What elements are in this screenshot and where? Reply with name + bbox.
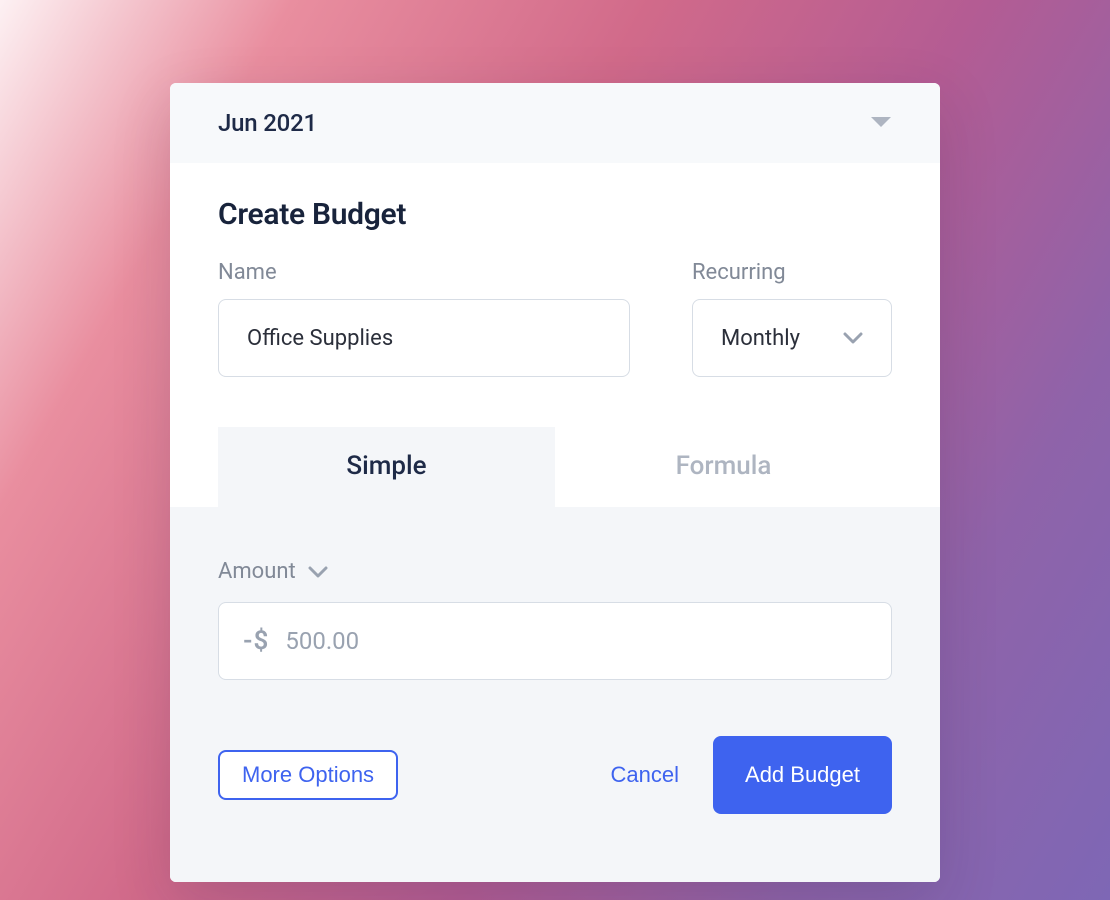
month-value: Jun 2021 [218, 109, 317, 137]
cancel-button[interactable]: Cancel [601, 750, 689, 800]
name-input[interactable] [247, 326, 601, 351]
action-row: More Options Cancel Add Budget [218, 736, 892, 814]
recurring-label: Recurring [692, 260, 892, 285]
page-title: Create Budget [218, 197, 892, 232]
add-budget-button[interactable]: Add Budget [713, 736, 892, 814]
amount-currency-prefix: -$ [243, 626, 269, 656]
field-row: Name Recurring Monthly [218, 260, 892, 377]
field-name: Name [218, 260, 630, 377]
recurring-select[interactable]: Monthly [692, 299, 892, 377]
tab-simple[interactable]: Simple [218, 427, 555, 507]
field-recurring: Recurring Monthly [692, 260, 892, 377]
create-budget-card: Jun 2021 Create Budget Name Recurring Mo… [170, 83, 940, 882]
caret-down-icon [870, 116, 892, 130]
form-body-section: Amount -$ More Options Cancel Add Budget [170, 507, 940, 882]
form-header-section: Create Budget Name Recurring Monthly S [170, 163, 940, 507]
month-selector[interactable]: Jun 2021 [170, 83, 940, 163]
name-label: Name [218, 260, 630, 285]
amount-label: Amount [218, 559, 296, 584]
amount-input[interactable] [285, 627, 867, 655]
amount-label-row: Amount [218, 559, 892, 584]
recurring-value: Monthly [721, 326, 800, 351]
more-options-button[interactable]: More Options [218, 750, 398, 800]
chevron-down-icon [843, 332, 863, 344]
amount-input-wrapper: -$ [218, 602, 892, 680]
tabs: Simple Formula [218, 427, 892, 507]
tab-formula[interactable]: Formula [555, 427, 892, 507]
name-input-wrapper [218, 299, 630, 377]
chevron-down-icon[interactable] [308, 566, 328, 578]
